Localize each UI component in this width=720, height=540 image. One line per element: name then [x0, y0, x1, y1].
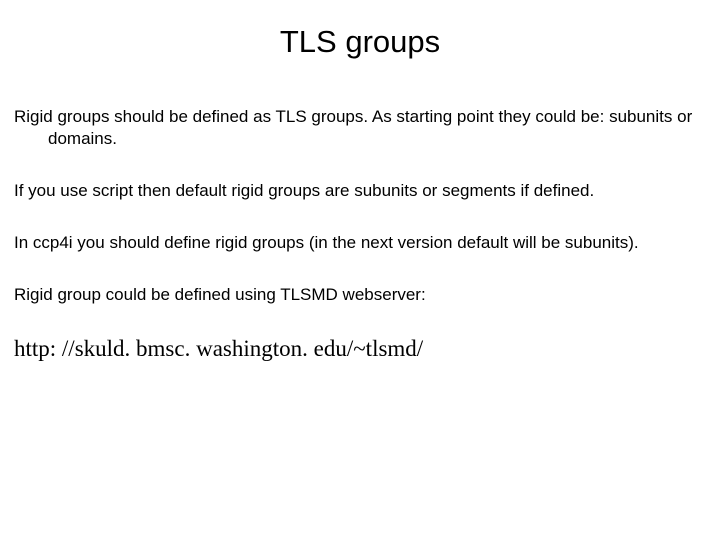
paragraph-4: Rigid group could be defined using TLSMD…	[14, 284, 706, 306]
paragraph-1: Rigid groups should be defined as TLS gr…	[14, 106, 706, 150]
slide-title: TLS groups	[14, 24, 706, 60]
paragraph-2: If you use script then default rigid gro…	[14, 180, 706, 202]
tlsmd-url: http: //skuld. bmsc. washington. edu/~tl…	[14, 336, 706, 362]
paragraph-3: In ccp4i you should define rigid groups …	[14, 232, 706, 254]
